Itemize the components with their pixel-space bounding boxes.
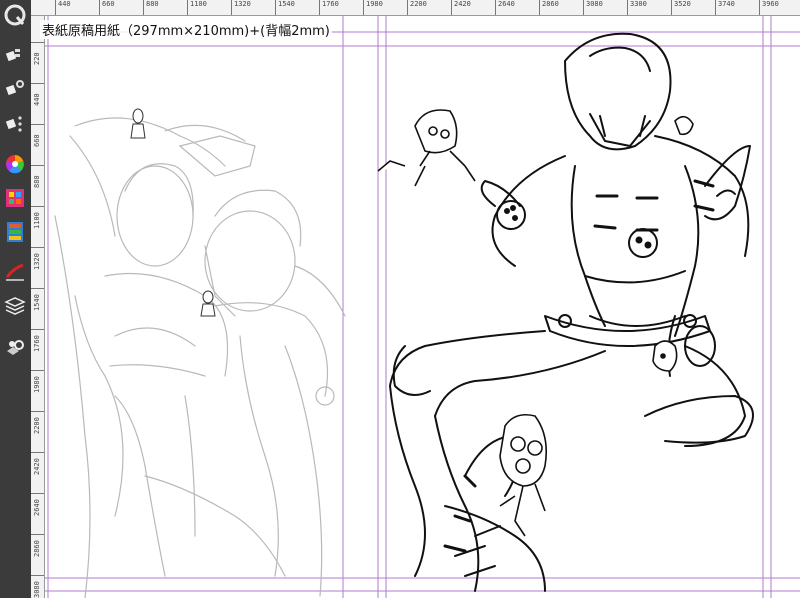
- artwork: [45, 16, 800, 598]
- tool-bar: [0, 0, 31, 598]
- ruler-tick-v: 1320: [31, 247, 44, 288]
- ruler-tick-h: 1980: [363, 0, 383, 15]
- ruler-tick-v: 1100: [31, 206, 44, 247]
- tool-settings-icon[interactable]: [3, 112, 27, 136]
- ruler-tick-h: 2420: [451, 0, 471, 15]
- ruler-tick-h: 1760: [319, 0, 339, 15]
- ruler-tick-v: 1980: [31, 370, 44, 411]
- vertical-ruler[interactable]: 220 440 660 880 1100 1320 1540 1760 1980 2200 2420…: [31, 16, 45, 598]
- ruler-tick-v: 1760: [31, 329, 44, 370]
- ruler-tick-h: 660: [99, 0, 115, 15]
- layers-icon[interactable]: [3, 294, 27, 318]
- ruler-tick-h: 3960: [759, 0, 779, 15]
- ruler-tick-h: 3740: [715, 0, 735, 15]
- ruler-tick-v: 660: [31, 124, 44, 165]
- small-figures-front: [377, 109, 694, 537]
- ruler-tick-v: 2640: [31, 493, 44, 534]
- ruler-tick-v: 3080: [31, 575, 44, 616]
- ruler-tick-h: 1540: [275, 0, 295, 15]
- layer-property-icon[interactable]: [3, 336, 27, 360]
- ruler-tick-h: 2860: [539, 0, 559, 15]
- color-wheel-icon[interactable]: [3, 152, 27, 176]
- ruler-tick-h: 3520: [671, 0, 691, 15]
- sub-tool-detail-icon[interactable]: [3, 76, 27, 100]
- ruler-tick-h: 440: [55, 0, 71, 15]
- clip-studio-logo-icon[interactable]: [3, 3, 27, 27]
- back-cover-sketch: [54, 117, 346, 598]
- brush-stroke-icon[interactable]: [3, 260, 27, 284]
- ruler-tick-v: 2420: [31, 452, 44, 493]
- ruler-tick-h: 3300: [627, 0, 647, 15]
- ruler-tick-v: 880: [31, 165, 44, 206]
- horizontal-ruler[interactable]: 440 660 880 1100 1320 1540 1760 1980 2200 2420 264…: [31, 0, 800, 16]
- ruler-tick-h: 1100: [187, 0, 207, 15]
- tool-property-icon[interactable]: [3, 44, 27, 68]
- color-set-icon[interactable]: [3, 186, 27, 210]
- ruler-tick-h: 1320: [231, 0, 251, 15]
- ruler-tick-h: 2640: [495, 0, 515, 15]
- color-history-icon[interactable]: [3, 220, 27, 244]
- ruler-tick-v: 1540: [31, 288, 44, 329]
- ruler-tick-h: 3080: [583, 0, 603, 15]
- ruler-tick-v: 220: [31, 42, 44, 83]
- ruler-tick-v: 440: [31, 83, 44, 124]
- ruler-tick-h: 880: [143, 0, 159, 15]
- ruler-tick-v: 2860: [31, 534, 44, 575]
- ruler-tick-h: 2200: [407, 0, 427, 15]
- drawing-canvas[interactable]: [45, 16, 800, 598]
- document-title: 表紙原稿用紙（297mm×210mm)+(背幅2mm): [40, 20, 332, 39]
- ruler-tick-v: 2200: [31, 411, 44, 452]
